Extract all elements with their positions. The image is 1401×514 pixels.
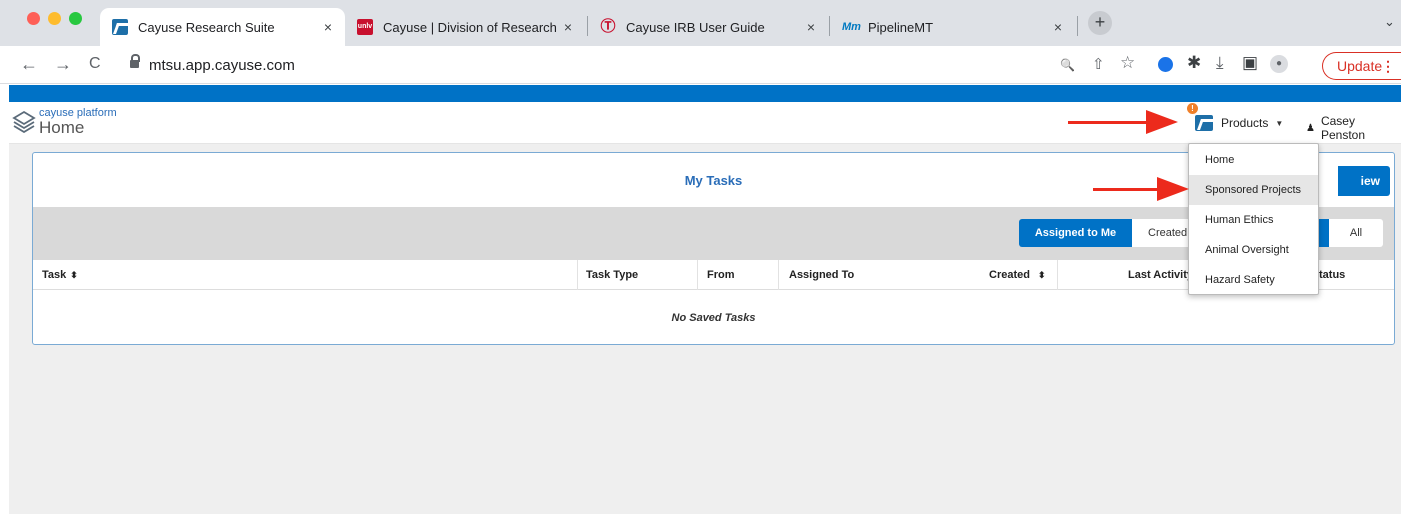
reload-icon[interactable]: C	[89, 54, 101, 74]
ttu-favicon-icon: Ⓣ	[600, 18, 616, 35]
cayuse-product-icon	[1195, 115, 1213, 131]
column-task-type: Task Type	[586, 269, 639, 281]
browser-tab-division-of-research[interactable]: unlv Cayuse | Division of Research ×	[345, 8, 585, 46]
column-divider	[697, 260, 698, 290]
menu-dots-icon: ⋮	[1381, 58, 1395, 74]
filter-all[interactable]: All	[1329, 219, 1383, 247]
app-top-bar	[9, 85, 1401, 102]
extensions-puzzle-icon[interactable]: ✱	[1187, 54, 1201, 72]
window-minimize-button[interactable]	[48, 12, 61, 25]
tab-close-icon[interactable]: ×	[319, 19, 337, 35]
bookmark-star-icon[interactable]: ☆	[1120, 54, 1135, 72]
filter-segment[interactable]	[1318, 219, 1329, 247]
browser-tab-cayuse-research-suite[interactable]: Cayuse Research Suite ×	[100, 8, 345, 46]
filter-created[interactable]: Created	[1132, 219, 1190, 247]
share-icon[interactable]: ⇧	[1092, 56, 1105, 74]
sort-icon: ⬍	[1037, 270, 1046, 280]
update-button[interactable]: Update ⋮	[1322, 52, 1401, 80]
annotation-arrow-products-shaft	[1068, 121, 1148, 124]
side-panel-icon[interactable]: ▣	[1242, 54, 1258, 72]
update-label: Update	[1337, 58, 1383, 74]
app-header: cayuse platform Home ! Products ▼ ♟ Case…	[9, 102, 1401, 144]
cayuse-layers-logo-icon[interactable]	[12, 109, 36, 133]
new-tab-button[interactable]: +	[1088, 11, 1112, 35]
menu-item-human-ethics[interactable]: Human Ethics	[1189, 205, 1318, 235]
annotation-arrow-products-head	[1146, 110, 1178, 134]
tab-title: Cayuse | Division of Research	[383, 19, 557, 35]
column-divider	[1057, 260, 1058, 290]
column-task[interactable]: Task ⬍	[42, 269, 78, 281]
annotation-arrow-sponsored-head	[1157, 177, 1189, 201]
column-divider	[778, 260, 779, 290]
column-label: Task	[42, 269, 67, 281]
forward-arrow-icon[interactable]: →	[54, 54, 72, 74]
annotation-arrow-sponsored-shaft	[1093, 188, 1159, 191]
user-name: Casey Penston	[1320, 114, 1366, 142]
caret-down-icon: ▼	[1275, 118, 1284, 128]
menu-item-home[interactable]: Home	[1189, 145, 1318, 175]
back-arrow-icon[interactable]: ←	[20, 54, 38, 74]
extension-app-icon[interactable]	[1158, 57, 1173, 72]
download-icon[interactable]: ⤓	[1216, 54, 1224, 72]
column-assigned-to: Assigned To	[789, 269, 855, 281]
column-created[interactable]: Created ⬍	[989, 269, 1046, 281]
column-divider	[577, 260, 578, 290]
column-status: tatus	[1319, 269, 1346, 281]
sort-icon: ⬍	[70, 270, 78, 280]
profile-avatar-icon[interactable]: ●	[1270, 55, 1288, 73]
column-from: From	[707, 269, 735, 281]
window-close-button[interactable]	[27, 12, 40, 25]
filter-assigned-to-me[interactable]: Assigned to Me	[1019, 219, 1132, 247]
empty-state-message: No Saved Tasks	[671, 312, 756, 324]
user-icon: ♟	[1306, 122, 1315, 134]
tab-title: Cayuse IRB User Guide	[626, 19, 765, 35]
menu-item-sponsored-projects[interactable]: Sponsored Projects	[1189, 175, 1318, 205]
column-label: Created	[989, 269, 1030, 281]
tab-title: Cayuse Research Suite	[138, 19, 275, 35]
tab-close-icon[interactable]: ×	[559, 19, 577, 35]
menu-item-animal-oversight[interactable]: Animal Oversight	[1189, 235, 1318, 265]
user-menu-button[interactable]: ♟ Casey Penston	[1306, 114, 1401, 142]
browser-toolbar: ← → C mtsu.app.cayuse.com 🔍 ⇧ ☆ ✱ ⤓ ▣ ● …	[0, 46, 1401, 84]
new-task-button[interactable]: iew Task	[1338, 166, 1390, 218]
browser-tab-strip: Cayuse Research Suite × unlv Cayuse | Di…	[0, 0, 1401, 46]
tab-close-icon[interactable]: ×	[802, 19, 820, 35]
menu-item-hazard-safety[interactable]: Hazard Safety	[1189, 265, 1318, 295]
products-dropdown-menu: Home Sponsored Projects Human Ethics Ani…	[1188, 143, 1319, 295]
products-menu-button[interactable]: Products ▼	[1195, 112, 1283, 134]
lock-icon[interactable]	[130, 54, 140, 70]
cayuse-favicon-icon	[112, 19, 128, 35]
page-title: Home	[39, 118, 85, 137]
tab-title: PipelineMT	[868, 19, 934, 35]
browser-tab-pipelinemt[interactable]: Mт PipelineMT ×	[830, 8, 1075, 46]
window-zoom-button[interactable]	[69, 12, 82, 25]
tab-separator	[1077, 16, 1078, 36]
unlv-favicon-icon: unlv	[357, 19, 373, 35]
tab-close-icon[interactable]: ×	[1049, 19, 1067, 35]
zoom-icon[interactable]: 🔍	[1060, 56, 1075, 74]
column-last-activity: Last Activity	[1128, 269, 1194, 281]
mt-favicon-icon: Mт	[842, 21, 861, 33]
address-bar[interactable]: mtsu.app.cayuse.com	[149, 57, 295, 74]
products-label: Products	[1221, 116, 1269, 130]
tab-search-chevron-icon[interactable]: ⌄	[1384, 14, 1395, 30]
browser-tab-irb-user-guide[interactable]: Ⓣ Cayuse IRB User Guide ×	[588, 8, 828, 46]
